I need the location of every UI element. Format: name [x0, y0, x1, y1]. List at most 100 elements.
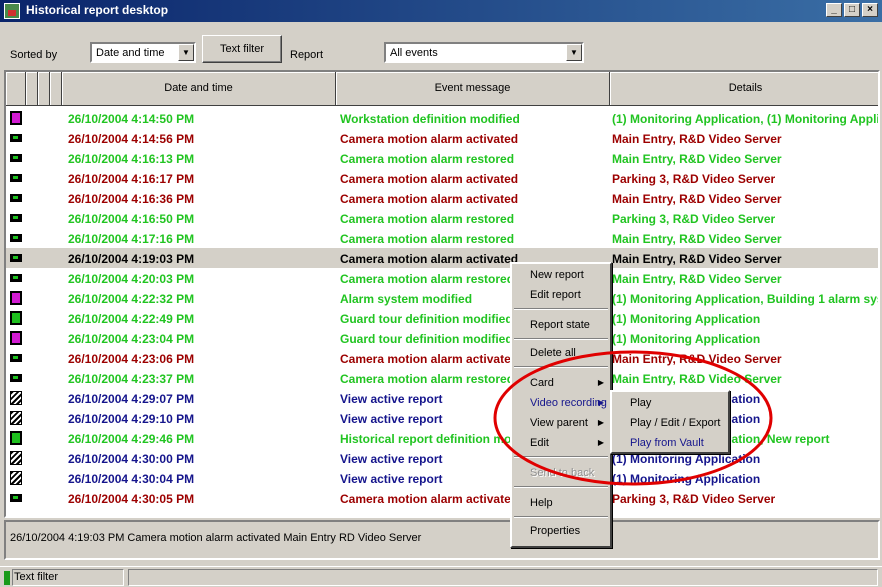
- table-row[interactable]: 26/10/2004 4:16:50 PM Camera motion alarm…: [6, 208, 878, 228]
- grid-header: Date and time Event message Details: [6, 72, 878, 106]
- date-cell: 26/10/2004 4:14:50 PM: [68, 112, 195, 126]
- menu-item-report-state[interactable]: Report state: [514, 316, 608, 334]
- date-cell: 26/10/2004 4:17:16 PM: [68, 232, 195, 246]
- details-cell: Main Entry, R&D Video Server: [612, 252, 782, 266]
- menu-item-properties[interactable]: Properties: [514, 522, 608, 540]
- camera-icon: [10, 231, 22, 245]
- report-label: Report: [290, 49, 324, 61]
- details-cell: Main Entry, R&D Video Server: [612, 152, 782, 166]
- table-row[interactable]: 26/10/2004 4:16:17 PM Camera motion alarm…: [6, 168, 878, 188]
- details-cell: Parking 3, R&D Video Server: [612, 172, 776, 186]
- camera-glyph: [10, 214, 22, 222]
- event-message-cell: Camera motion alarm activated: [340, 172, 519, 186]
- minimize-button[interactable]: _: [826, 3, 842, 17]
- chevron-down-icon[interactable]: ▼: [178, 44, 194, 61]
- window-controls: _ □ ×: [826, 3, 878, 17]
- camera-icon: [10, 351, 22, 365]
- document-glyph: [10, 411, 22, 425]
- menu-item-new-report[interactable]: New report: [514, 266, 608, 284]
- camera-glyph: [10, 154, 22, 162]
- close-button[interactable]: ×: [862, 3, 878, 17]
- toolbar: Sorted by Date and time ▼ Text filter Re…: [0, 22, 882, 68]
- date-cell: 26/10/2004 4:16:17 PM: [68, 172, 195, 186]
- event-message-cell: Camera motion alarm activated: [340, 132, 519, 146]
- date-cell: 26/10/2004 4:16:50 PM: [68, 212, 195, 226]
- sorted-by-dropdown[interactable]: Date and time ▼: [90, 42, 196, 63]
- camera-icon: [10, 151, 22, 165]
- column-header-event-message[interactable]: Event message: [336, 72, 610, 106]
- text-filter-button[interactable]: Text filter: [202, 35, 282, 63]
- date-cell: 26/10/2004 4:30:04 PM: [68, 472, 195, 486]
- status-panel-main: [128, 569, 878, 586]
- date-cell: 26/10/2004 4:16:13 PM: [68, 152, 195, 166]
- table-row[interactable]: 26/10/2004 4:14:50 PM Workstation definit…: [6, 108, 878, 128]
- table-row[interactable]: 26/10/2004 4:17:16 PM Camera motion alarm…: [6, 228, 878, 248]
- details-cell: (1) Monitoring Application: [612, 332, 761, 346]
- date-cell: 26/10/2004 4:22:32 PM: [68, 292, 195, 306]
- event-message-cell: Camera motion alarm restored: [340, 232, 515, 246]
- event-message-cell: Workstation definition modified: [340, 112, 520, 126]
- camera-glyph: [10, 234, 22, 242]
- camera-icon: [10, 211, 22, 225]
- floppy-magenta-glyph: [10, 331, 22, 345]
- table-row[interactable]: 26/10/2004 4:22:32 PM Alarm system modifi…: [6, 288, 878, 308]
- app-icon: [4, 3, 20, 19]
- report-dropdown[interactable]: All events ▼: [384, 42, 584, 63]
- camera-glyph: [10, 134, 22, 142]
- maximize-button[interactable]: □: [844, 3, 860, 17]
- title-bar: Historical report desktop _ □ ×: [0, 0, 882, 22]
- date-cell: 26/10/2004 4:29:07 PM: [68, 392, 195, 406]
- table-row[interactable]: 26/10/2004 4:20:03 PM Camera motion alarm…: [6, 268, 878, 288]
- table-row[interactable]: 26/10/2004 4:22:49 PM Guard tour definiti…: [6, 308, 878, 328]
- summary-text: 26/10/2004 4:19:03 PM Camera motion alar…: [10, 532, 422, 544]
- camera-icon: [10, 191, 22, 205]
- floppy-green-glyph: [10, 311, 22, 325]
- header-marker-3[interactable]: [38, 72, 50, 106]
- sorted-by-label: Sorted by: [10, 49, 58, 61]
- camera-glyph: [10, 494, 22, 502]
- status-bar: Text filter: [0, 566, 882, 587]
- header-marker-1[interactable]: [6, 72, 26, 106]
- document-icon: [10, 391, 22, 405]
- details-cell: (1) Monitoring Application, Building 1 a…: [612, 292, 880, 306]
- camera-icon: [10, 131, 22, 145]
- floppy-green-glyph: [10, 431, 22, 445]
- date-cell: 26/10/2004 4:30:00 PM: [68, 452, 195, 466]
- details-cell: Parking 3, R&D Video Server: [612, 212, 776, 226]
- chevron-down-icon[interactable]: ▼: [566, 44, 582, 61]
- table-row[interactable]: 26/10/2004 4:19:03 PM Camera motion alarm…: [6, 248, 878, 268]
- floppy-green-icon: [10, 311, 22, 325]
- date-cell: 26/10/2004 4:23:37 PM: [68, 372, 195, 386]
- date-cell: 26/10/2004 4:14:56 PM: [68, 132, 195, 146]
- details-cell: Main Entry, R&D Video Server: [612, 272, 782, 286]
- camera-glyph: [10, 194, 22, 202]
- floppy-magenta-icon: [10, 111, 22, 125]
- date-cell: 26/10/2004 4:23:06 PM: [68, 352, 195, 366]
- table-row[interactable]: 26/10/2004 4:16:36 PM Camera motion alarm…: [6, 188, 878, 208]
- menu-item-help[interactable]: Help: [514, 494, 608, 512]
- date-cell: 26/10/2004 4:29:46 PM: [68, 432, 195, 446]
- menu-separator: [514, 516, 608, 518]
- details-cell: (1) Monitoring Application: [612, 312, 761, 326]
- table-row[interactable]: 26/10/2004 4:14:56 PM Camera motion alarm…: [6, 128, 878, 148]
- window-title: Historical report desktop: [26, 3, 169, 17]
- camera-icon: [10, 171, 22, 185]
- menu-item-edit-report[interactable]: Edit report: [514, 286, 608, 304]
- column-header-details[interactable]: Details: [610, 72, 878, 106]
- document-glyph: [10, 391, 22, 405]
- floppy-magenta-icon: [10, 331, 22, 345]
- annotation-ellipse-stroke: [493, 350, 773, 486]
- annotation-ellipse: [493, 350, 773, 486]
- camera-icon: [10, 371, 22, 385]
- document-icon: [10, 451, 22, 465]
- document-glyph: [10, 451, 22, 465]
- date-cell: 26/10/2004 4:16:36 PM: [68, 192, 195, 206]
- status-bar-text: Text filter: [14, 571, 59, 583]
- menu-separator: [514, 308, 608, 310]
- camera-glyph: [10, 274, 22, 282]
- date-cell: 26/10/2004 4:22:49 PM: [68, 312, 195, 326]
- table-row[interactable]: 26/10/2004 4:16:13 PM Camera motion alarm…: [6, 148, 878, 168]
- header-marker-4[interactable]: [50, 72, 62, 106]
- header-marker-2[interactable]: [26, 72, 38, 106]
- column-header-date[interactable]: Date and time: [62, 72, 336, 106]
